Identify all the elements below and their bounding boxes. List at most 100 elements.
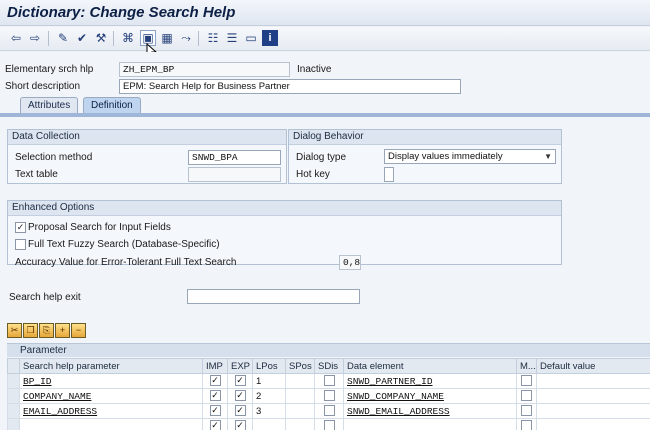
- col-header-param[interactable]: Search help parameter: [19, 358, 203, 374]
- accuracy-value-field[interactable]: 0,8: [339, 255, 361, 270]
- exp-checkbox[interactable]: ✓: [234, 420, 246, 430]
- data-element-cell[interactable]: [343, 418, 517, 430]
- imp-cell[interactable]: ✓: [202, 373, 228, 389]
- selection-method-field[interactable]: SNWD_BPA: [188, 150, 281, 165]
- col-header-lpos[interactable]: LPos: [252, 358, 286, 374]
- default-value-cell[interactable]: [536, 388, 650, 404]
- imp-cell[interactable]: ✓: [202, 403, 228, 419]
- sdis-checkbox[interactable]: [323, 390, 335, 402]
- lpos-cell[interactable]: 3: [252, 403, 286, 419]
- exp-checkbox[interactable]: ✓: [234, 405, 246, 417]
- default-value-cell[interactable]: [536, 403, 650, 419]
- m-checkbox[interactable]: [521, 405, 532, 417]
- col-header-imp[interactable]: IMP: [202, 358, 228, 374]
- table-row[interactable]: BP_ID ✓ ✓ 1 SNWD_PARTNER_ID: [7, 373, 650, 389]
- sdis-cell[interactable]: [314, 418, 344, 430]
- back-icon[interactable]: ⇦: [8, 30, 24, 46]
- documentation-icon[interactable]: ☰: [224, 30, 240, 46]
- display-object-list-icon[interactable]: ▣: [140, 30, 156, 46]
- layout-icon[interactable]: ▭: [243, 30, 259, 46]
- imp-cell[interactable]: ✓: [202, 418, 228, 430]
- lpos-cell[interactable]: 1: [252, 373, 286, 389]
- lpos-cell[interactable]: [252, 418, 286, 430]
- where-used-icon[interactable]: ⌘: [120, 30, 136, 46]
- table-row[interactable]: ✓ ✓: [7, 418, 650, 430]
- data-element-cell[interactable]: SNWD_COMPANY_NAME: [343, 388, 517, 404]
- param-cell[interactable]: COMPANY_NAME: [19, 388, 203, 404]
- text-table-field[interactable]: [188, 167, 281, 182]
- sdis-cell[interactable]: [314, 403, 344, 419]
- imp-checkbox[interactable]: ✓: [209, 390, 221, 402]
- exp-cell[interactable]: ✓: [227, 403, 253, 419]
- exp-cell[interactable]: ✓: [227, 373, 253, 389]
- search-help-exit-field[interactable]: [187, 289, 360, 304]
- sdis-cell[interactable]: [314, 388, 344, 404]
- imp-checkbox[interactable]: ✓: [209, 420, 221, 430]
- row-selector-header[interactable]: [7, 358, 20, 374]
- check-icon[interactable]: ✔: [74, 30, 90, 46]
- paste-icon[interactable]: ⎘: [39, 323, 54, 338]
- exp-cell[interactable]: ✓: [227, 418, 253, 430]
- delete-row-icon[interactable]: −: [71, 323, 86, 338]
- data-element-cell[interactable]: SNWD_PARTNER_ID: [343, 373, 517, 389]
- m-cell[interactable]: [516, 388, 537, 404]
- elementary-search-help-field[interactable]: ZH_EPM_BP: [119, 62, 290, 77]
- col-header-m[interactable]: M...: [516, 358, 537, 374]
- navigation-window-icon[interactable]: ▦: [159, 30, 175, 46]
- m-checkbox[interactable]: [521, 375, 532, 387]
- col-header-sdis[interactable]: SDis: [314, 358, 344, 374]
- spos-cell[interactable]: [285, 403, 315, 419]
- default-value-cell[interactable]: [536, 418, 650, 430]
- col-header-data-element[interactable]: Data element: [343, 358, 517, 374]
- col-header-default[interactable]: Default value: [536, 358, 650, 374]
- short-description-field[interactable]: EPM: Search Help for Business Partner: [119, 79, 461, 94]
- row-selector[interactable]: [7, 373, 20, 389]
- spos-cell[interactable]: [285, 388, 315, 404]
- m-cell[interactable]: [516, 418, 537, 430]
- tab-definition[interactable]: Definition: [83, 97, 141, 114]
- hot-key-field[interactable]: [384, 167, 394, 182]
- chevron-down-icon[interactable]: ▼: [544, 150, 552, 163]
- imp-checkbox[interactable]: ✓: [209, 405, 221, 417]
- col-header-exp[interactable]: EXP: [227, 358, 253, 374]
- param-cell[interactable]: EMAIL_ADDRESS: [19, 403, 203, 419]
- test-icon[interactable]: ⤳: [178, 30, 194, 46]
- row-selector[interactable]: [7, 388, 20, 404]
- sdis-checkbox[interactable]: [323, 420, 335, 430]
- imp-cell[interactable]: ✓: [202, 388, 228, 404]
- fuzzy-search-checkbox[interactable]: [15, 239, 26, 250]
- m-checkbox[interactable]: [521, 420, 532, 430]
- imp-checkbox[interactable]: ✓: [209, 375, 221, 387]
- data-element-cell[interactable]: SNWD_EMAIL_ADDRESS: [343, 403, 517, 419]
- col-header-spos[interactable]: SPos: [285, 358, 315, 374]
- row-selector[interactable]: [7, 403, 20, 419]
- sdis-checkbox[interactable]: [323, 405, 335, 417]
- spos-cell[interactable]: [285, 373, 315, 389]
- exp-cell[interactable]: ✓: [227, 388, 253, 404]
- m-checkbox[interactable]: [521, 390, 532, 402]
- forward-icon[interactable]: ⇨: [27, 30, 43, 46]
- cut-icon[interactable]: ✂: [7, 323, 22, 338]
- toggle-display-change-icon[interactable]: ✎: [55, 30, 71, 46]
- insert-row-icon[interactable]: +: [55, 323, 70, 338]
- dialog-type-dropdown[interactable]: Display values immediately ▼: [384, 149, 556, 164]
- table-row[interactable]: COMPANY_NAME ✓ ✓ 2 SNWD_COMPANY_NAME: [7, 388, 650, 404]
- sdis-checkbox[interactable]: [323, 375, 335, 387]
- tab-attributes[interactable]: Attributes: [20, 97, 79, 114]
- lpos-cell[interactable]: 2: [252, 388, 286, 404]
- m-cell[interactable]: [516, 373, 537, 389]
- spos-cell[interactable]: [285, 418, 315, 430]
- param-cell[interactable]: BP_ID: [19, 373, 203, 389]
- default-value-cell[interactable]: [536, 373, 650, 389]
- proposal-search-checkbox[interactable]: ✓: [15, 222, 26, 233]
- hierarchy-icon[interactable]: ☷: [205, 30, 221, 46]
- activate-icon[interactable]: ⚒: [93, 30, 109, 46]
- exp-checkbox[interactable]: ✓: [234, 375, 246, 387]
- info-icon[interactable]: i: [262, 30, 278, 46]
- sdis-cell[interactable]: [314, 373, 344, 389]
- exp-checkbox[interactable]: ✓: [234, 390, 246, 402]
- table-row[interactable]: EMAIL_ADDRESS ✓ ✓ 3 SNWD_EMAIL_ADDRESS: [7, 403, 650, 419]
- copy-icon[interactable]: ❐: [23, 323, 38, 338]
- m-cell[interactable]: [516, 403, 537, 419]
- row-selector[interactable]: [7, 418, 20, 430]
